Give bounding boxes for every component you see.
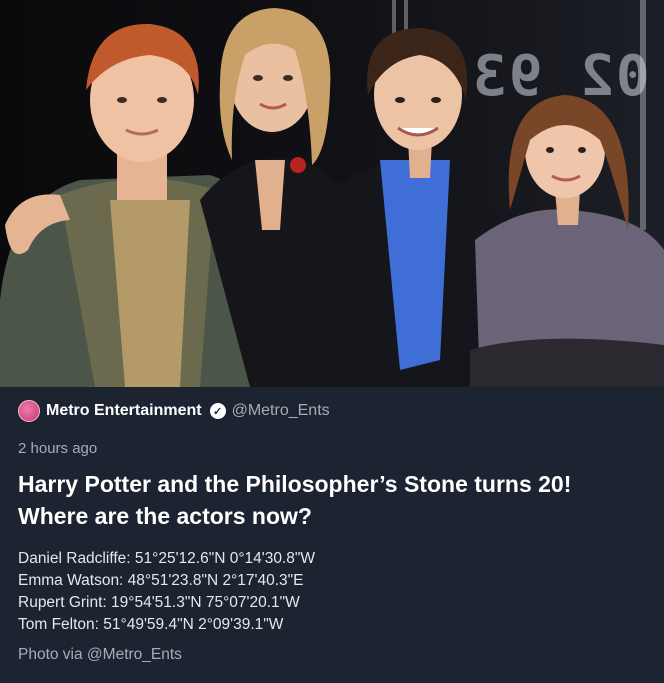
post-author-row: Metro Entertainment ✓ @Metro_Ents — [18, 400, 646, 422]
account-handle[interactable]: @Metro_Ents — [232, 402, 330, 420]
verified-badge-icon: ✓ — [209, 403, 226, 419]
post-headline: Harry Potter and the Philosopher’s Stone… — [18, 471, 572, 529]
list-item: Tom Felton: 51°49'59.4"N 2°09'39.1"W — [18, 616, 284, 633]
backdrop-sign-text: 02 93 — [471, 44, 650, 109]
list-item: Daniel Radcliffe: 51°25'12.6"N 0°14'30.8… — [18, 550, 316, 567]
post-photo[interactable]: 02 93 — [0, 0, 664, 387]
account-name[interactable]: Metro Entertainment — [46, 402, 202, 420]
list-item: Rupert Grint: 19°54'51.3"N 75°07'20.1"W — [18, 594, 300, 611]
account-avatar[interactable] — [18, 400, 40, 422]
post-timestamp: 2 hours ago — [18, 440, 98, 457]
coordinates-list: Daniel Radcliffe: 51°25'12.6"N 0°14'30.8… — [18, 548, 315, 636]
social-post: 02 93 Metro Entertainment ✓ @Metro_Ents … — [0, 0, 664, 683]
list-item: Emma Watson: 48°51'23.8"N 2°17'40.3"E — [18, 572, 304, 589]
photo-credit: Photo via @Metro_Ents — [18, 646, 182, 663]
